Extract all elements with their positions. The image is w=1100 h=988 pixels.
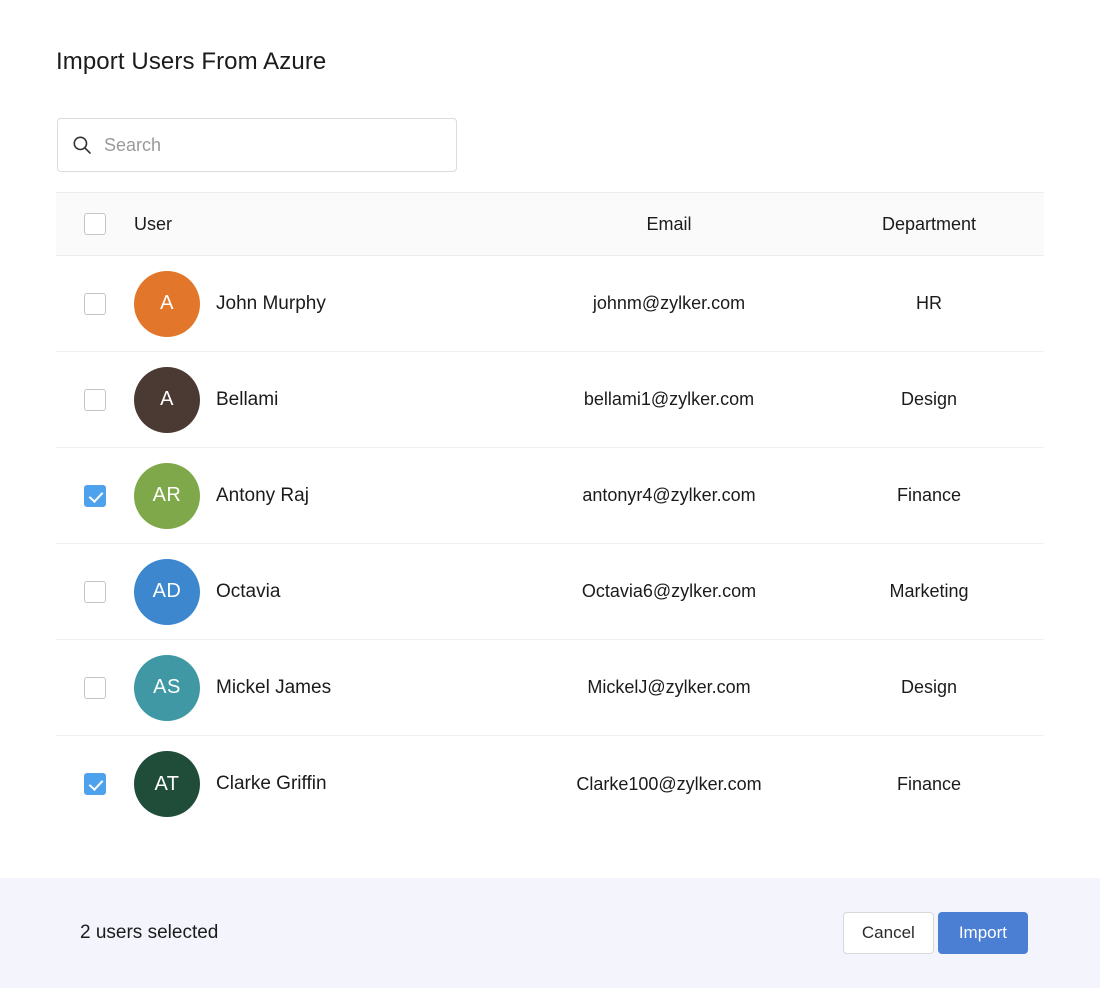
- search-icon: [72, 135, 92, 155]
- email-cell: Clarke100@zylker.com: [524, 774, 814, 795]
- row-checkbox[interactable]: [84, 485, 106, 507]
- table-row[interactable]: AR Antony Raj antonyr4@zylker.com Financ…: [56, 448, 1044, 544]
- user-name: Mickel James: [216, 677, 331, 699]
- cancel-button[interactable]: Cancel: [843, 912, 934, 954]
- column-header-email: Email: [524, 214, 814, 235]
- email-cell: MickelJ@zylker.com: [524, 677, 814, 698]
- row-checkbox[interactable]: [84, 389, 106, 411]
- table-row[interactable]: A John Murphy johnm@zylker.com HR: [56, 256, 1044, 352]
- email-cell: bellami1@zylker.com: [524, 389, 814, 410]
- email-cell: Octavia6@zylker.com: [524, 581, 814, 602]
- user-cell: A John Murphy: [134, 271, 524, 337]
- avatar: AD: [134, 559, 200, 625]
- user-name: Clarke Griffin: [216, 773, 327, 795]
- footer-actions: Cancel Import: [843, 912, 1028, 954]
- select-all-checkbox[interactable]: [84, 213, 106, 235]
- search-input[interactable]: [104, 119, 442, 171]
- column-header-department: Department: [814, 214, 1044, 235]
- user-name: Antony Raj: [216, 485, 309, 507]
- avatar: AS: [134, 655, 200, 721]
- user-name: John Murphy: [216, 293, 326, 315]
- select-all-cell[interactable]: [56, 213, 134, 235]
- page-title: Import Users From Azure: [56, 48, 326, 76]
- table-row[interactable]: AD Octavia Octavia6@zylker.com Marketing: [56, 544, 1044, 640]
- user-cell: A Bellami: [134, 367, 524, 433]
- row-checkbox[interactable]: [84, 581, 106, 603]
- table-row[interactable]: AT Clarke Griffin Clarke100@zylker.com F…: [56, 736, 1044, 832]
- department-cell: Design: [814, 389, 1044, 410]
- footer-bar: 2 users selected Cancel Import: [0, 878, 1100, 988]
- row-checkbox[interactable]: [84, 773, 106, 795]
- row-checkbox[interactable]: [84, 293, 106, 315]
- email-cell: johnm@zylker.com: [524, 293, 814, 314]
- avatar: A: [134, 271, 200, 337]
- user-cell: AT Clarke Griffin: [134, 751, 524, 817]
- department-cell: Marketing: [814, 581, 1044, 602]
- avatar: AT: [134, 751, 200, 817]
- table-row[interactable]: AS Mickel James MickelJ@zylker.com Desig…: [56, 640, 1044, 736]
- department-cell: HR: [814, 293, 1044, 314]
- table-header-row: User Email Department: [56, 192, 1044, 256]
- user-cell: AD Octavia: [134, 559, 524, 625]
- selection-status: 2 users selected: [80, 922, 218, 944]
- user-cell: AR Antony Raj: [134, 463, 524, 529]
- avatar: AR: [134, 463, 200, 529]
- department-cell: Finance: [814, 774, 1044, 795]
- row-select-cell[interactable]: [56, 389, 134, 411]
- user-name: Octavia: [216, 581, 280, 603]
- user-cell: AS Mickel James: [134, 655, 524, 721]
- department-cell: Finance: [814, 485, 1044, 506]
- import-button[interactable]: Import: [938, 912, 1028, 954]
- row-select-cell[interactable]: [56, 293, 134, 315]
- table-row[interactable]: A Bellami bellami1@zylker.com Design: [56, 352, 1044, 448]
- column-header-user-label: User: [134, 214, 172, 235]
- department-cell: Design: [814, 677, 1044, 698]
- column-header-department-label: Department: [882, 214, 976, 234]
- search-box[interactable]: [57, 118, 457, 172]
- row-select-cell[interactable]: [56, 773, 134, 795]
- column-header-email-label: Email: [646, 214, 691, 234]
- row-checkbox[interactable]: [84, 677, 106, 699]
- avatar: A: [134, 367, 200, 433]
- column-header-user: User: [134, 214, 524, 235]
- user-name: Bellami: [216, 389, 278, 411]
- email-cell: antonyr4@zylker.com: [524, 485, 814, 506]
- row-select-cell[interactable]: [56, 581, 134, 603]
- users-table: User Email Department A John Murphy john…: [56, 192, 1044, 832]
- row-select-cell[interactable]: [56, 677, 134, 699]
- row-select-cell[interactable]: [56, 485, 134, 507]
